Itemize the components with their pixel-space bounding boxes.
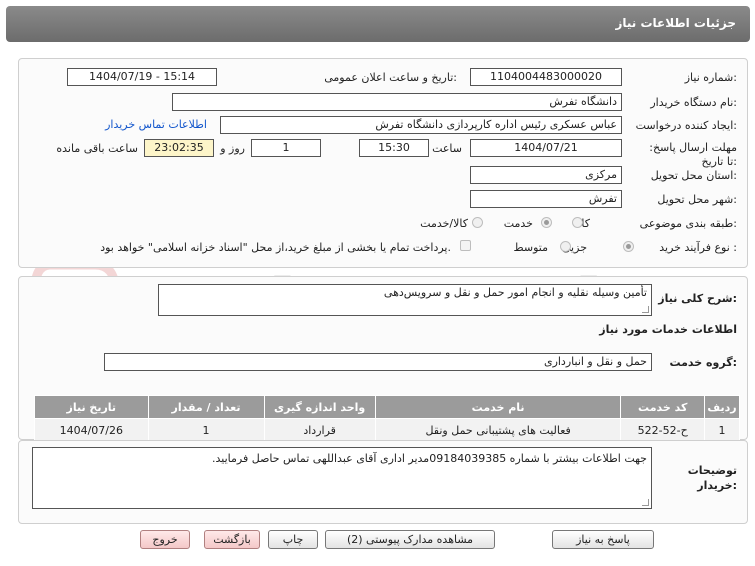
cell-unit: قرارداد (263, 418, 376, 442)
province-label: استان محل تحویل: (650, 169, 737, 182)
service-group-label: گروه خدمت: (669, 356, 737, 369)
category-label: طبقه بندی موضوعی: (639, 217, 737, 230)
category-option-both-radio[interactable] (472, 217, 483, 228)
exit-button[interactable]: خروج (140, 530, 190, 549)
category-option-service-radio[interactable] (541, 217, 552, 228)
deadline-date-field: 1404/07/21 (470, 139, 622, 157)
process-option-medium-label: متوسط (513, 241, 548, 254)
need-number-field: 1104004483000020 (470, 68, 622, 86)
days-field: 1 (251, 139, 321, 157)
announce-datetime-field: 1404/07/19 - 15:14 (67, 68, 217, 86)
buyer-notes-label-line1: توضیحات (687, 464, 737, 477)
province-field: مرکزی (470, 166, 622, 184)
category-option-both-label: کالا/خدمت (420, 217, 468, 230)
city-field: تفرش (470, 190, 622, 208)
view-attachments-button[interactable]: مشاهده مدارک پیوستی (2) (325, 530, 495, 549)
col-header-quantity: تعداد / مقدار (147, 395, 265, 419)
need-number-label: شماره نیاز: (684, 71, 737, 84)
process-option-medium-radio[interactable] (560, 241, 571, 252)
buyer-contact-link[interactable]: اطلاعات تماس خریدار (105, 118, 207, 131)
print-button[interactable]: چاپ (268, 530, 318, 549)
cell-row-number: 1 (703, 418, 741, 442)
buyer-notes-label-line2: خریدار: (697, 479, 737, 492)
treasury-payment-note: پرداخت تمام یا بخشی از مبلغ خرید،از محل … (100, 241, 451, 254)
category-option-goods-radio[interactable] (572, 217, 583, 228)
services-section-title: اطلاعات خدمات مورد نیاز (599, 323, 737, 336)
page-header: جزئیات اطلاعات نیاز (6, 6, 750, 42)
service-group-field: حمل و نقل و انبارداری (104, 353, 652, 371)
days-label: روز و (220, 142, 245, 155)
summary-label: شرح کلی نیاز: (658, 292, 737, 305)
deadline-time-field: 15:30 (359, 139, 429, 157)
table-row: 1404/07/26 1 قرارداد فعالیت های پشتیبانی… (34, 418, 741, 442)
remaining-time-field: 23:02:35 (144, 139, 214, 157)
col-header-row-number: ردیف (703, 395, 741, 419)
col-header-service-name: نام خدمت (374, 395, 622, 419)
announce-label: تاریخ و ساعت اعلان عمومی: (324, 71, 457, 84)
process-option-minor-radio[interactable] (623, 241, 634, 252)
summary-textarea[interactable]: تأمین وسیله نقلیه و انجام امور حمل و نقل… (158, 284, 652, 316)
col-header-need-date: تاریخ نیاز (34, 395, 149, 419)
buyer-org-field: دانشگاه تفرش (172, 93, 622, 111)
cell-service-name: فعالیت های پشتیبانی حمل ونقل (374, 418, 622, 442)
cell-service-code: ح-52-522 (620, 418, 705, 442)
buyer-org-label: نام دستگاه خریدار: (650, 96, 737, 109)
treasury-payment-checkbox[interactable] (460, 240, 471, 251)
remaining-label: ساعت باقی مانده (56, 142, 138, 155)
reply-button[interactable]: پاسخ به نیاز (552, 530, 654, 549)
cell-need-date: 1404/07/26 (34, 418, 149, 442)
creator-field: عباس عسکری رئیس اداره کارپردازی دانشگاه … (220, 116, 622, 134)
cell-quantity: 1 (147, 418, 265, 442)
back-button[interactable]: بازگشت (204, 530, 260, 549)
services-table: تاریخ نیاز تعداد / مقدار واحد اندازه گیر… (34, 395, 741, 442)
services-table-header: تاریخ نیاز تعداد / مقدار واحد اندازه گیر… (34, 395, 741, 419)
creator-label: ایجاد کننده درخواست: (635, 119, 737, 132)
process-label: نوع فرآیند خرید : (659, 241, 737, 254)
category-option-service-label: خدمت (503, 217, 533, 230)
buyer-notes-textarea[interactable]: جهت اطلاعات بیشتر با شماره 09184039385مد… (32, 447, 652, 509)
col-header-unit: واحد اندازه گیری (263, 395, 376, 419)
col-header-service-code: کد خدمت (620, 395, 705, 419)
city-label: شهر محل تحویل: (657, 193, 737, 206)
deadline-time-label: ساعت (432, 142, 462, 155)
details-panel (18, 58, 748, 268)
deadline-label: مهلت ارسال پاسخ: تا تاریخ: (649, 141, 737, 168)
page-title: جزئیات اطلاعات نیاز (615, 16, 736, 30)
